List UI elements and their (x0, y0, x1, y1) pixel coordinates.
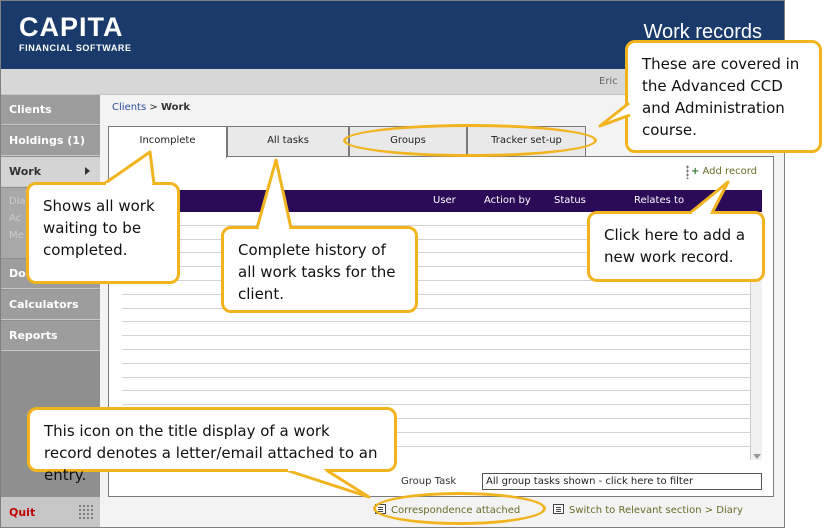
sidebar-item-label: Reports (9, 329, 58, 342)
quit-label: Quit (9, 506, 36, 519)
toolbar-separator (686, 165, 689, 179)
table-row[interactable] (122, 350, 750, 364)
chevron-right-icon (85, 167, 90, 175)
sidebar-item-clients[interactable]: Clients (1, 95, 100, 125)
sidebar-item-label: Calculators (9, 298, 79, 311)
table-row[interactable] (122, 322, 750, 337)
group-task-filter[interactable]: All group tasks shown - click here to fi… (482, 473, 762, 490)
add-record-button[interactable]: + Add record (691, 166, 757, 177)
sidebar-item-calculators[interactable]: Calculators (1, 290, 100, 320)
quit-button[interactable]: Quit (1, 497, 100, 527)
sidebar-item-label: Clients (9, 103, 52, 116)
table-row[interactable] (122, 309, 750, 323)
sidebar-item-label: Holdings (1) (9, 134, 85, 147)
callout-advanced-course: These are covered in the Advanced CCD an… (625, 40, 822, 153)
column-action-by[interactable]: Action by (484, 195, 531, 206)
breadcrumb-current: Work (160, 102, 191, 113)
scroll-down-icon[interactable] (753, 454, 761, 459)
sidebar-item-label: Work (9, 165, 42, 178)
sidebar-item-reports[interactable]: Reports (1, 321, 100, 351)
switch-section-label: Switch to Relevant section > Diary (569, 505, 743, 516)
table-row[interactable] (122, 336, 750, 350)
tab-label: Incomplete (139, 135, 196, 146)
sidebar-item-holdings[interactable]: Holdings (1) (1, 126, 100, 156)
table-row[interactable] (122, 391, 750, 406)
column-user[interactable]: User (433, 195, 456, 206)
column-relates-to[interactable]: Relates to (634, 195, 684, 206)
logo-brand: CAPITA (19, 12, 124, 42)
callout-correspondence-icon: This icon on the title display of a work… (27, 407, 397, 484)
tab-incomplete[interactable]: Incomplete (108, 126, 227, 158)
column-status[interactable]: Status (554, 195, 586, 206)
table-row[interactable] (122, 378, 750, 392)
callout-incomplete: Shows all work waiting to be completed. (26, 182, 180, 284)
tab-label: All tasks (267, 135, 309, 146)
table-header: User Action by Status Relates to (122, 190, 762, 212)
group-task-label: Group Task (401, 476, 457, 487)
breadcrumb-separator: > (149, 102, 158, 113)
plus-icon: + (690, 166, 700, 177)
capita-logo: CAPITA FINANCIAL SOFTWARE (19, 13, 132, 53)
tab-all-tasks[interactable]: All tasks (227, 126, 349, 156)
table-row[interactable] (122, 295, 750, 309)
callout-history: Complete history of all work tasks for t… (221, 226, 418, 313)
callout-add-record: Click here to add a new work record. (587, 211, 765, 282)
table-row[interactable] (122, 364, 750, 378)
add-record-label: Add record (702, 166, 757, 177)
grip-icon (78, 504, 94, 520)
breadcrumb: Clients > Work (112, 102, 190, 113)
correspondence-highlight-ellipse (373, 492, 546, 525)
table-row[interactable] (122, 281, 750, 295)
switch-section-link[interactable]: Switch to Relevant section > Diary (553, 504, 743, 516)
breadcrumb-clients-link[interactable]: Clients (112, 102, 146, 113)
diary-icon (553, 504, 564, 514)
groups-highlight-ellipse (343, 124, 597, 157)
logo-subtitle: FINANCIAL SOFTWARE (19, 43, 132, 53)
user-name: Eric (599, 76, 618, 87)
